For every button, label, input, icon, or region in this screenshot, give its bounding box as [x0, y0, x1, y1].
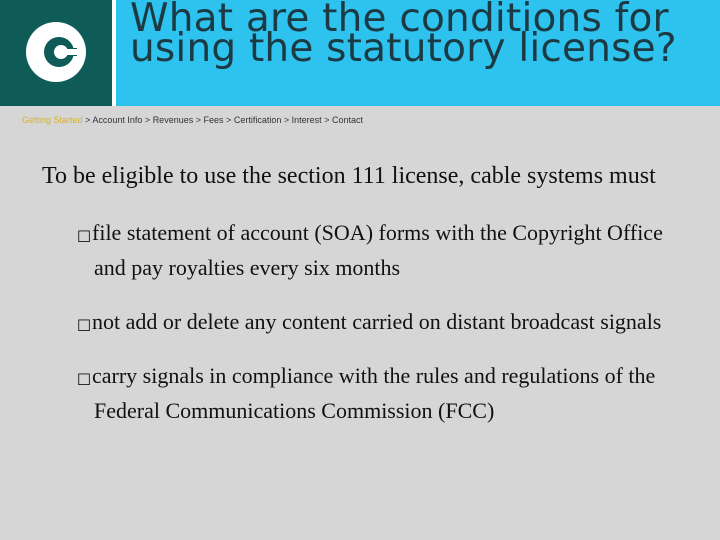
breadcrumb-separator: > [324, 115, 330, 125]
breadcrumb-separator: > [144, 115, 151, 125]
condition-list: ☐file statement of account (SOA) forms w… [42, 215, 682, 428]
slide-body: To be eligible to use the section 111 li… [42, 158, 682, 447]
checkbox-bullet-icon: ☐ [76, 370, 92, 389]
checkbox-bullet-icon: ☐ [76, 227, 92, 246]
lead-paragraph: To be eligible to use the section 111 li… [42, 163, 656, 189]
list-item: ☐file statement of account (SOA) forms w… [76, 215, 682, 285]
breadcrumb-item-certification[interactable]: Certification [234, 115, 282, 125]
breadcrumb-separator: > [195, 115, 201, 125]
breadcrumb-separator: > [226, 115, 232, 125]
breadcrumb-item-fees[interactable]: Fees [204, 115, 224, 125]
breadcrumb-item-getting-started[interactable]: Getting Started [22, 115, 83, 125]
copyright-office-logo-icon [26, 22, 86, 82]
page-title: What are the conditions for using the st… [130, 0, 677, 71]
breadcrumb-separator: > [85, 115, 91, 125]
list-item: ☐not add or delete any content carried o… [76, 304, 682, 339]
list-item-text: not add or delete any content carried on… [92, 309, 662, 334]
breadcrumb-item-account-info[interactable]: Account Info [92, 115, 142, 125]
breadcrumb-item-revenues[interactable]: Revenues [153, 115, 194, 125]
breadcrumb-item-interest[interactable]: Interest [292, 115, 322, 125]
logo [0, 0, 116, 106]
breadcrumb-separator: > [283, 115, 290, 125]
list-item: ☐carry signals in compliance with the ru… [76, 358, 682, 428]
header-bar: What are the conditions for using the st… [0, 0, 720, 106]
list-item-text: carry signals in compliance with the rul… [92, 363, 656, 423]
breadcrumb: Getting Started > Account Info > Revenue… [22, 115, 363, 125]
list-item-text: file statement of account (SOA) forms wi… [92, 220, 663, 280]
breadcrumb-item-contact[interactable]: Contact [332, 115, 363, 125]
checkbox-bullet-icon: ☐ [76, 316, 92, 335]
